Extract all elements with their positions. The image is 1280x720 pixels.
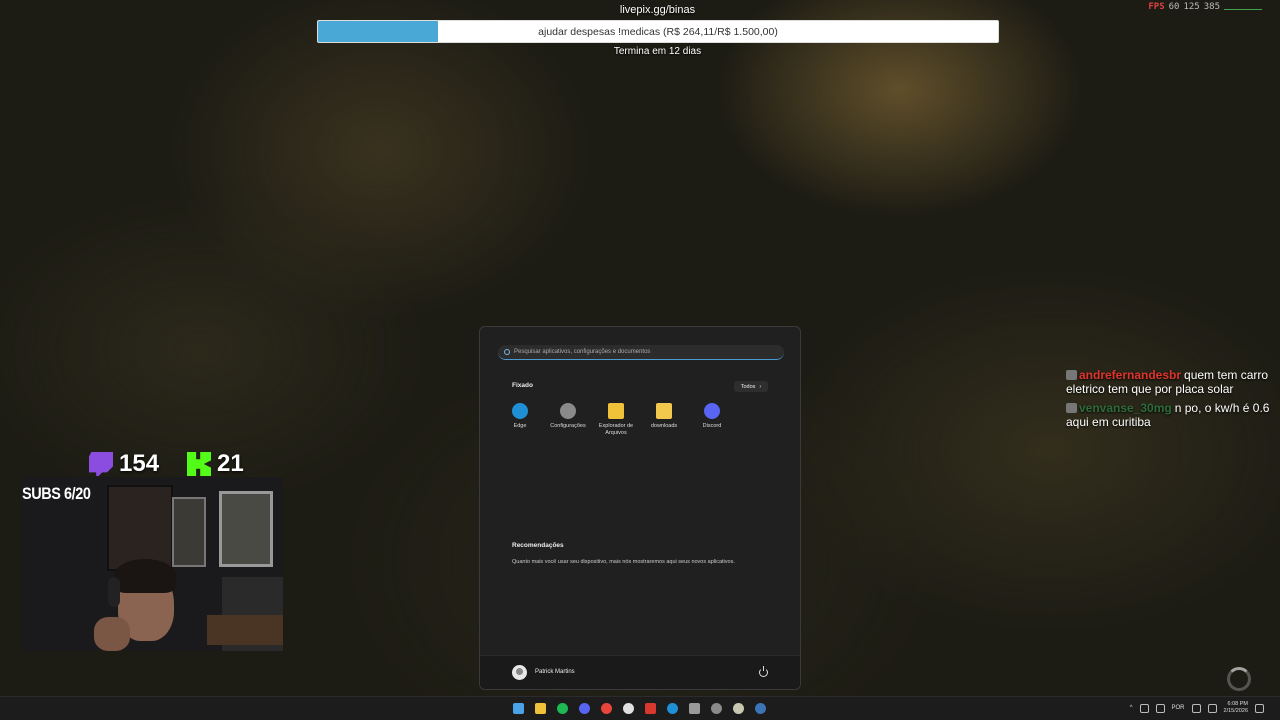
kick-icon xyxy=(187,452,211,476)
webcam-streamer-hair xyxy=(114,559,176,593)
clock-time: 6:08 PM xyxy=(1227,701,1248,707)
pinned-app-settings-gear[interactable]: Configurações xyxy=(544,403,592,437)
subs-goal: SUBS 6/20 xyxy=(22,484,91,503)
taskbar-chrome-button[interactable] xyxy=(598,700,615,717)
language-indicator[interactable]: POR xyxy=(1172,705,1185,711)
start-menu: Pesquisar aplicativos, configurações e d… xyxy=(479,326,801,690)
settings-gear-icon xyxy=(711,703,722,714)
webcam-poster xyxy=(172,497,206,567)
file-explorer-icon xyxy=(608,403,624,419)
taskbar-gamepad-button[interactable] xyxy=(686,700,703,717)
pinned-app-label: Explorador de Arquivos xyxy=(598,423,634,436)
pinned-title: Fixado xyxy=(512,382,533,389)
fps-high: 385 xyxy=(1203,2,1220,12)
fps-counter: FPS 60 125 385 xyxy=(1148,2,1262,12)
twitch-count: 154 xyxy=(119,450,160,477)
settings-gear-icon xyxy=(560,403,576,419)
taskbar-file-explorer-button[interactable] xyxy=(532,700,549,717)
all-apps-button[interactable]: Todos › xyxy=(734,381,768,392)
system-tray: ^ POR 6:08 PM 2/15/2026 xyxy=(1130,701,1264,715)
taskbar-edge-button[interactable] xyxy=(664,700,681,717)
donation-goal-text: ajudar despesas !medicas (R$ 264,11/R$ 1… xyxy=(538,26,778,38)
webcam-desk xyxy=(207,615,283,645)
chevron-right-icon: › xyxy=(759,383,762,390)
fps-graph xyxy=(1224,4,1262,10)
clock[interactable]: 6:08 PM 2/15/2026 xyxy=(1224,701,1248,715)
chat-overlay: andrefernandesbr quem tem carro eletrico … xyxy=(1066,368,1276,434)
network-icon[interactable] xyxy=(1191,703,1201,713)
pinned-app-edge[interactable]: Edge xyxy=(496,403,544,437)
chat-message: andrefernandesbr quem tem carro eletrico … xyxy=(1066,368,1276,396)
taskbar-windows-start-button[interactable] xyxy=(510,700,527,717)
search-icon xyxy=(504,349,510,355)
all-apps-label: Todos xyxy=(740,383,756,390)
taskbar: ^ POR 6:08 PM 2/15/2026 xyxy=(0,696,1280,720)
pinned-app-file-explorer[interactable]: Explorador de Arquivos xyxy=(592,403,640,437)
power-icon[interactable] xyxy=(759,666,768,677)
pinned-app-label: downloads xyxy=(650,423,678,429)
pinned-apps-grid: Edge Configurações Explorador de Arquivos d… xyxy=(496,403,736,437)
discord-icon xyxy=(579,703,590,714)
pinned-app-label: Discord xyxy=(702,423,722,429)
kick-viewer-counter: 21 xyxy=(187,450,244,478)
chat-badge-icon xyxy=(1066,370,1077,380)
taskbar-steam-button[interactable] xyxy=(752,700,769,717)
fps-label: FPS xyxy=(1148,2,1165,12)
taskbar-discord-button[interactable] xyxy=(576,700,593,717)
donation-goal-ends: Termina em 12 dias xyxy=(613,46,702,57)
chevron-up-icon[interactable]: ^ xyxy=(1130,705,1133,711)
microphone-icon[interactable] xyxy=(1155,703,1165,713)
webcam-streamer-hand xyxy=(94,617,130,651)
webcam-shelf xyxy=(107,485,173,571)
recommendations-title: Recomendações xyxy=(512,542,564,549)
edge-icon xyxy=(667,703,678,714)
chrome-icon xyxy=(601,703,612,714)
app-red-icon xyxy=(645,703,656,714)
taskbar-apps xyxy=(510,700,769,717)
edge-icon xyxy=(512,403,528,419)
pinned-app-discord[interactable]: Discord xyxy=(688,403,736,437)
folder-icon xyxy=(656,403,672,419)
start-search-input[interactable]: Pesquisar aplicativos, configurações e d… xyxy=(498,345,784,360)
windows-start-icon xyxy=(513,703,524,714)
chat-username: andrefernandesbr xyxy=(1079,368,1182,382)
kick-count: 21 xyxy=(217,450,244,477)
volume-icon[interactable] xyxy=(1207,703,1217,713)
pinned-app-label: Edge xyxy=(513,423,527,429)
chat-badge-icon xyxy=(1066,403,1077,413)
taskbar-spotify-button[interactable] xyxy=(554,700,571,717)
fps-value: 60 xyxy=(1168,2,1180,12)
headset-icon xyxy=(108,577,120,607)
taskbar-obs-button[interactable] xyxy=(620,700,637,717)
taskbar-eye-app-button[interactable] xyxy=(730,700,747,717)
twitch-icon xyxy=(89,452,113,476)
taskbar-app-red-button[interactable] xyxy=(642,700,659,717)
pinned-app-label: Configurações xyxy=(550,423,586,429)
eye-app-icon xyxy=(733,703,744,714)
tray-app-icon[interactable] xyxy=(1139,703,1149,713)
donation-goal-url: livepix.gg/binas xyxy=(619,4,696,16)
taskbar-settings-gear-button[interactable] xyxy=(708,700,725,717)
user-avatar[interactable] xyxy=(512,665,527,680)
fps-low: 125 xyxy=(1183,2,1200,12)
pinned-app-folder[interactable]: downloads xyxy=(640,403,688,437)
clock-date: 2/15/2026 xyxy=(1223,708,1248,714)
start-footer: Patrick Martins xyxy=(480,655,800,689)
file-explorer-icon xyxy=(535,703,546,714)
obs-icon xyxy=(623,703,634,714)
loading-spinner-icon xyxy=(1227,667,1251,691)
steam-icon xyxy=(755,703,766,714)
user-name[interactable]: Patrick Martins xyxy=(535,669,575,675)
discord-icon xyxy=(704,403,720,419)
twitch-viewer-counter: 154 xyxy=(89,450,159,478)
spotify-icon xyxy=(557,703,568,714)
gamepad-icon xyxy=(689,703,700,714)
donation-goal-bar: ajudar despesas !medicas (R$ 264,11/R$ 1… xyxy=(317,20,999,43)
notifications-icon[interactable] xyxy=(1255,703,1264,713)
webcam-poster-large xyxy=(219,491,273,567)
search-placeholder: Pesquisar aplicativos, configurações e d… xyxy=(514,349,651,355)
chat-username: venvanse_30mg xyxy=(1079,401,1172,415)
recommendations-text: Quanto mais você usar seu dispositivo, m… xyxy=(512,559,735,565)
chat-message: venvanse_30mg n po, o kw/h é 0.6 aqui em … xyxy=(1066,401,1276,429)
